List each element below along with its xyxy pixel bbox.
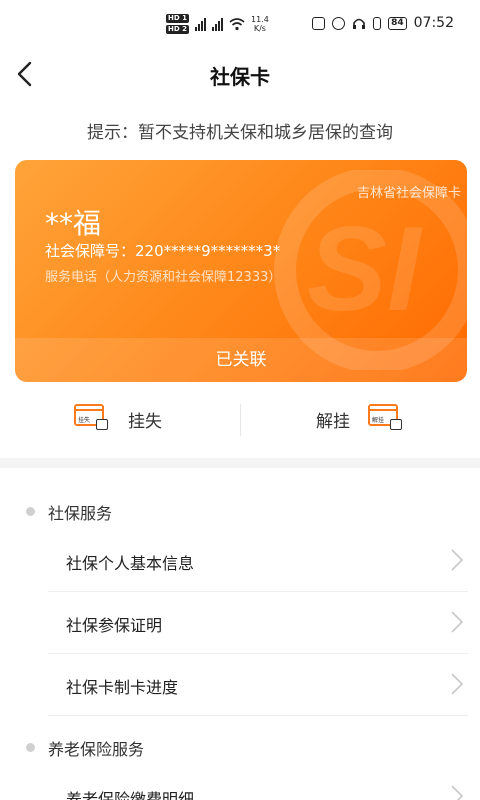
card-service-phone: 服务电话（人力资源和社会保障12333）	[45, 270, 282, 285]
status-bar: HD 1 HD 2 11.4 K/s 84 07:52	[0, 0, 480, 44]
nfc-icon	[312, 16, 326, 30]
card-number: 社会保障号：220*****9*******3*	[45, 242, 281, 260]
net-speed-unit: K/s	[253, 24, 266, 33]
net-speed-value: 11.4	[250, 15, 269, 24]
hd-badge-2: HD 2	[166, 25, 189, 34]
status-right: 84 07:52	[312, 15, 454, 31]
chevron-right-icon	[451, 673, 464, 695]
section-dot-icon	[26, 507, 35, 516]
alarm-icon	[332, 16, 346, 30]
report-loss-label: 挂失	[128, 411, 162, 432]
section-dot-icon	[26, 743, 35, 752]
card-actions: 挂失 挂失 解挂 解挂	[0, 392, 480, 448]
card-province-label: 吉林省社会保障卡	[356, 186, 461, 201]
battery-icon: 84	[388, 16, 407, 30]
social-security-card[interactable]: SI 吉林省社会保障卡 **福 社会保障号：220*****9*******3*…	[15, 160, 467, 382]
cancel-loss-icon-text: 解挂	[372, 417, 385, 424]
chevron-right-icon	[451, 611, 464, 633]
signal-icon	[194, 17, 206, 31]
chevron-right-icon	[451, 785, 464, 800]
list-item-basic-info[interactable]: 社保个人基本信息	[48, 530, 468, 592]
cancel-loss-button[interactable]: 解挂 解挂	[316, 404, 404, 434]
card-watermark-text: SI	[307, 202, 423, 336]
net-speed: 11.4 K/s	[251, 15, 269, 33]
card-holder-name: **福	[45, 207, 102, 240]
hd-badge-1: HD 1	[166, 14, 189, 23]
hd-indicators: HD 1 HD 2	[166, 14, 189, 34]
page-title: 社保卡	[210, 65, 270, 89]
card-status: 已关联	[15, 338, 467, 382]
vibrate-icon	[373, 16, 382, 30]
action-divider	[240, 404, 241, 436]
section-gap	[0, 458, 480, 468]
query-tip: 提示：暂不支持机关保和城乡居保的查询	[87, 123, 393, 143]
signal-icon-2	[211, 17, 223, 31]
report-loss-button[interactable]: 挂失 挂失	[74, 404, 162, 434]
report-loss-icon: 挂失	[74, 404, 110, 434]
cancel-loss-icon: 解挂	[368, 404, 404, 434]
status-time: 07:52	[413, 15, 454, 31]
cancel-loss-label: 解挂	[316, 411, 350, 432]
nav-bar: 社保卡	[0, 50, 480, 98]
status-left: HD 1 HD 2 11.4 K/s	[166, 14, 269, 34]
list-item-card-progress[interactable]: 社保卡制卡进度	[48, 654, 468, 716]
wifi-icon	[229, 17, 245, 30]
list-item-insurance-certificate[interactable]: 社保参保证明	[48, 592, 468, 654]
headset-icon	[353, 18, 366, 29]
chevron-right-icon	[451, 549, 464, 571]
report-loss-icon-text: 挂失	[78, 417, 91, 424]
list-item-pension-payment[interactable]: 养老保险缴费明细	[48, 766, 468, 800]
